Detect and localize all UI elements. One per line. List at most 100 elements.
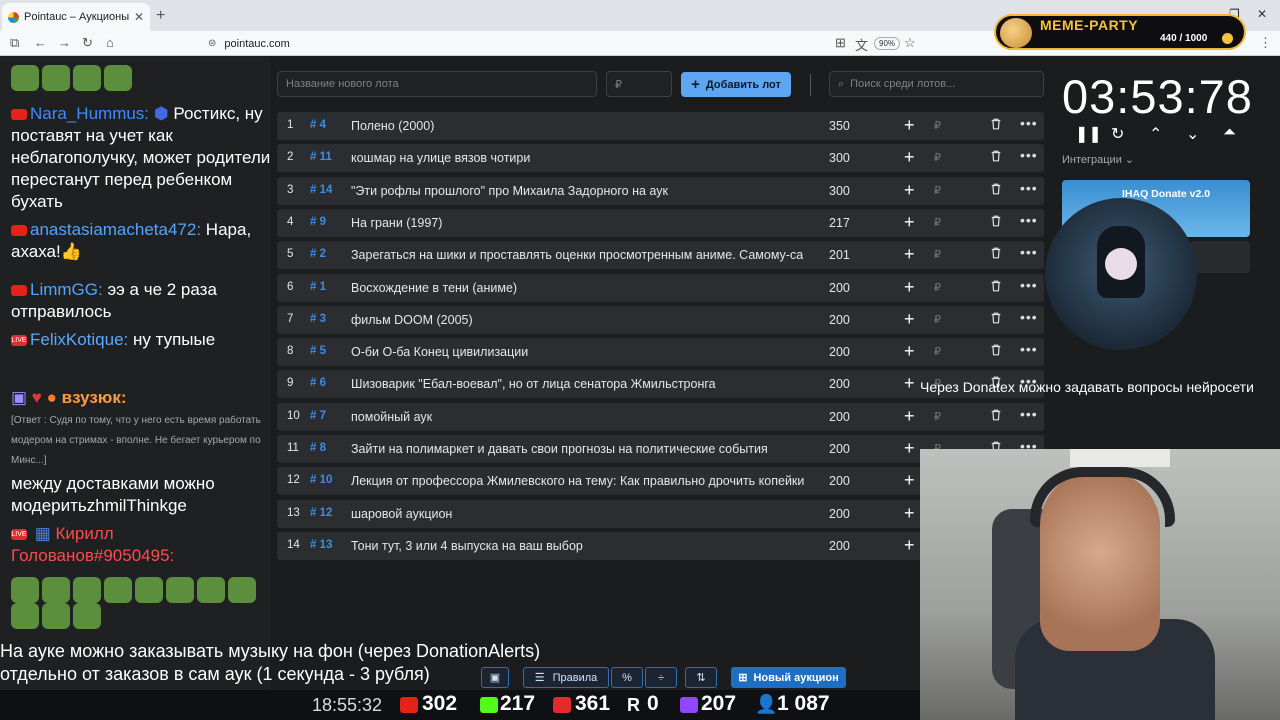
lot-name[interactable]: Шизоварик "Ебал-воевал", но от лица сена… <box>351 377 821 391</box>
more-options-icon[interactable]: ••• <box>1020 406 1038 422</box>
lot-name[interactable]: Зайти на полимаркет и давать свои прогно… <box>351 442 821 456</box>
site-info-icon[interactable]: ⊜ <box>208 38 216 49</box>
add-amount-icon[interactable]: + <box>904 212 915 233</box>
add-amount-icon[interactable]: + <box>904 244 915 265</box>
lot-row[interactable]: 2 # 11 кошмар на улице вязов чотири 300 + ₽ ••… <box>277 144 1044 173</box>
lot-name[interactable]: помойный аук <box>351 410 821 424</box>
more-options-icon[interactable]: ••• <box>1020 147 1038 163</box>
trash-icon[interactable] <box>989 408 1005 424</box>
lot-row[interactable]: 1 # 4 Полено (2000) 350 + ₽ ••• <box>277 112 1044 140</box>
lot-amount[interactable]: 217 <box>829 216 850 230</box>
chevron-down-icon[interactable]: ⌄ <box>1186 124 1199 144</box>
extension-icon[interactable]: ⧉ <box>10 35 19 51</box>
add-amount-icon[interactable]: + <box>904 470 915 491</box>
add-amount-icon[interactable]: + <box>904 180 915 201</box>
lot-amount[interactable]: 200 <box>829 377 850 391</box>
ruble-icon[interactable]: ₽ <box>934 184 941 197</box>
lot-amount[interactable]: 200 <box>829 442 850 456</box>
bookmark-star-icon[interactable]: ☆ <box>904 35 916 51</box>
lot-amount[interactable]: 200 <box>829 410 850 424</box>
reader-mode-icon[interactable]: ⊞ <box>835 35 846 51</box>
lot-name[interactable]: Зарегаться на шики и проставлять оценки … <box>351 248 821 262</box>
trash-icon[interactable] <box>989 343 1005 359</box>
trash-icon[interactable] <box>989 214 1005 230</box>
sort-button[interactable]: ⇅ <box>685 667 717 688</box>
add-amount-icon[interactable]: + <box>904 373 915 394</box>
ruble-icon[interactable]: ₽ <box>934 248 941 261</box>
lot-row[interactable]: 10 # 7 помойный аук 200 + ₽ ••• <box>277 402 1044 431</box>
lot-amount[interactable]: 200 <box>829 345 850 359</box>
lot-amount[interactable]: 201 <box>829 248 850 262</box>
lot-row[interactable]: 4 # 9 На грани (1997) 217 + ₽ ••• <box>277 208 1044 237</box>
more-options-icon[interactable]: ••• <box>1020 277 1038 293</box>
add-amount-icon[interactable]: + <box>904 503 915 524</box>
ruble-icon[interactable]: ₽ <box>934 313 941 326</box>
lot-amount[interactable]: 200 <box>829 474 850 488</box>
more-options-icon[interactable]: ••• <box>1020 309 1038 325</box>
translate-icon[interactable]: 文 <box>855 35 868 54</box>
add-amount-icon[interactable]: + <box>904 309 915 330</box>
lot-name[interactable]: Лекция от профессора Жмилевского на тему… <box>351 474 821 488</box>
double-chevron-up-icon[interactable]: ⏶ <box>1223 124 1236 142</box>
lot-name[interactable]: О-би О-ба Конец цивилизации <box>351 345 821 359</box>
lot-name[interactable]: Полено (2000) <box>351 119 821 133</box>
lot-name[interactable]: На грани (1997) <box>351 216 821 230</box>
more-options-icon[interactable]: ••• <box>1020 341 1038 357</box>
lot-row[interactable]: 5 # 2 Зарегаться на шики и проставлять оце… <box>277 241 1044 270</box>
more-options-icon[interactable]: ••• <box>1020 212 1038 228</box>
lot-name[interactable]: кошмар на улице вязов чотири <box>351 151 821 165</box>
lot-row[interactable]: 6 # 1 Восхождение в тени (аниме) 200 + ₽ ••• <box>277 273 1044 302</box>
lot-name[interactable]: Тони тут, 3 или 4 выпуска на ваш выбор <box>351 539 821 553</box>
rules-button[interactable]: ☰ Правила <box>523 667 609 688</box>
ruble-icon[interactable]: ₽ <box>934 216 941 229</box>
lot-amount[interactable]: 300 <box>829 184 850 198</box>
ruble-icon[interactable]: ₽ <box>934 281 941 294</box>
chevron-up-icon[interactable]: ⌃ <box>1149 124 1162 144</box>
new-lot-amount-input[interactable]: ₽ <box>606 71 672 97</box>
trash-icon[interactable] <box>989 182 1005 198</box>
save-button[interactable]: ▣ <box>481 667 509 688</box>
add-amount-icon[interactable]: + <box>904 535 915 556</box>
ruble-icon[interactable]: ₽ <box>934 345 941 358</box>
reload-icon[interactable]: ↻ <box>82 35 93 51</box>
lot-name[interactable]: "Эти рофлы прошлого" про Михаила Задорно… <box>351 184 821 198</box>
lot-row[interactable]: 7 # 3 фильм DOOM (2005) 200 + ₽ ••• <box>277 305 1044 334</box>
lot-amount[interactable]: 300 <box>829 151 850 165</box>
lot-amount[interactable]: 350 <box>829 119 850 133</box>
add-amount-icon[interactable]: + <box>904 115 915 136</box>
trash-icon[interactable] <box>989 311 1005 327</box>
lot-name[interactable]: фильм DOOM (2005) <box>351 313 821 327</box>
zoom-level-badge[interactable]: 90% <box>874 37 901 50</box>
home-icon[interactable]: ⌂ <box>106 35 114 50</box>
browser-menu-icon[interactable]: ⋮ <box>1259 35 1272 51</box>
ruble-icon[interactable]: ₽ <box>934 119 941 132</box>
lot-amount[interactable]: 200 <box>829 539 850 553</box>
lot-amount[interactable]: 200 <box>829 313 850 327</box>
percent-button[interactable]: % <box>611 667 643 688</box>
integration-card[interactable] <box>1190 241 1250 273</box>
back-icon[interactable]: ← <box>34 35 47 50</box>
ruble-icon[interactable]: ₽ <box>934 410 941 423</box>
add-amount-icon[interactable]: + <box>904 341 915 362</box>
more-options-icon[interactable]: ••• <box>1020 180 1038 196</box>
ruble-icon[interactable]: ₽ <box>934 151 941 164</box>
new-auction-button[interactable]: ⊞ Новый аукцион <box>731 667 846 688</box>
more-options-icon[interactable]: ••• <box>1020 244 1038 260</box>
trash-icon[interactable] <box>989 149 1005 165</box>
lot-row[interactable]: 3 # 14 "Эти рофлы прошлого" про Михаила За… <box>277 176 1044 205</box>
forward-icon[interactable]: → <box>58 35 71 50</box>
restart-icon[interactable]: ↻ <box>1111 124 1124 144</box>
more-options-icon[interactable]: ••• <box>1020 115 1038 131</box>
lot-name[interactable]: Восхождение в тени (аниме) <box>351 281 821 295</box>
pause-icon[interactable]: ❚❚ <box>1075 124 1102 144</box>
lot-search-input[interactable]: ⌕ Поиск среди лотов... <box>829 71 1044 97</box>
browser-tab[interactable]: Pointauc – Аукционы, лотереи ✕ <box>2 3 150 31</box>
add-amount-icon[interactable]: + <box>904 438 915 459</box>
add-amount-icon[interactable]: + <box>904 147 915 168</box>
add-amount-icon[interactable]: + <box>904 277 915 298</box>
new-tab-icon[interactable]: + <box>156 7 165 25</box>
close-window-icon[interactable]: ✕ <box>1257 7 1267 21</box>
lot-amount[interactable]: 200 <box>829 507 850 521</box>
add-amount-icon[interactable]: + <box>904 406 915 427</box>
add-lot-button[interactable]: + Добавить лот <box>681 72 791 97</box>
